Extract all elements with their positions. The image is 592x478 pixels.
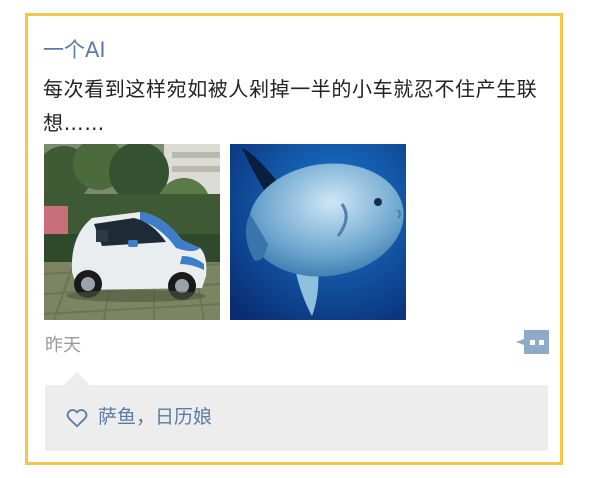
comment-button[interactable]: [515, 330, 549, 354]
likes-pointer: [64, 372, 90, 385]
post-text: 每次看到这样宛如被人剁掉一半的小车就忍不住产生联想……: [43, 77, 538, 135]
author-name[interactable]: 一个AI: [43, 36, 106, 64]
sunfish-photo-image: [230, 144, 406, 320]
post-photo-sunfish[interactable]: [230, 144, 406, 320]
post-photo-car[interactable]: [44, 144, 220, 320]
post-time: 昨天: [45, 335, 81, 356]
likes-names[interactable]: 萨鱼，日历娘: [98, 404, 212, 430]
heart-icon: [66, 407, 88, 429]
car-photo-image: [44, 144, 220, 320]
comment-icon: [516, 330, 549, 354]
